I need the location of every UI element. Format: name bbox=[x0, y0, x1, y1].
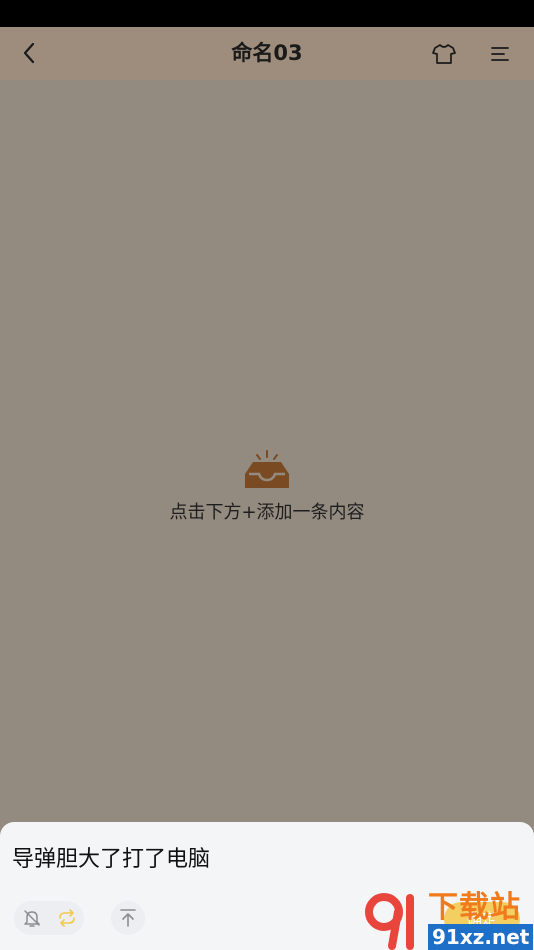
content-input[interactable] bbox=[12, 844, 492, 869]
watermark-text: 下载站 91xz.net bbox=[428, 890, 534, 950]
menu-button[interactable] bbox=[484, 38, 516, 70]
shirt-icon bbox=[432, 44, 456, 64]
theme-button[interactable] bbox=[428, 38, 460, 70]
watermark-brand: 下载站 bbox=[428, 890, 521, 925]
status-bar bbox=[0, 0, 534, 27]
inbox-icon bbox=[245, 450, 289, 488]
watermark-url: 91xz.net bbox=[428, 924, 534, 950]
repeat-button[interactable] bbox=[54, 905, 80, 931]
empty-state: 点击下方+添加一条内容 bbox=[0, 450, 534, 524]
bell-off-icon bbox=[23, 910, 40, 927]
watermark-logo-icon bbox=[365, 893, 414, 950]
page-title: 命名03 bbox=[231, 41, 303, 65]
chevron-left-icon bbox=[23, 42, 35, 64]
repeat-icon bbox=[58, 909, 75, 927]
content-area: 点击下方+添加一条内容 bbox=[0, 80, 534, 822]
top-bar: 命名03 bbox=[0, 27, 534, 80]
reminder-button[interactable] bbox=[19, 905, 45, 931]
menu-icon bbox=[491, 47, 509, 61]
back-button[interactable] bbox=[12, 36, 46, 70]
empty-message: 点击下方+添加一条内容 bbox=[169, 502, 365, 523]
arrow-to-top-icon bbox=[120, 909, 136, 927]
option-group bbox=[14, 901, 84, 935]
pin-top-button[interactable] bbox=[111, 901, 145, 935]
watermark: 下载站 91xz.net bbox=[362, 888, 534, 950]
